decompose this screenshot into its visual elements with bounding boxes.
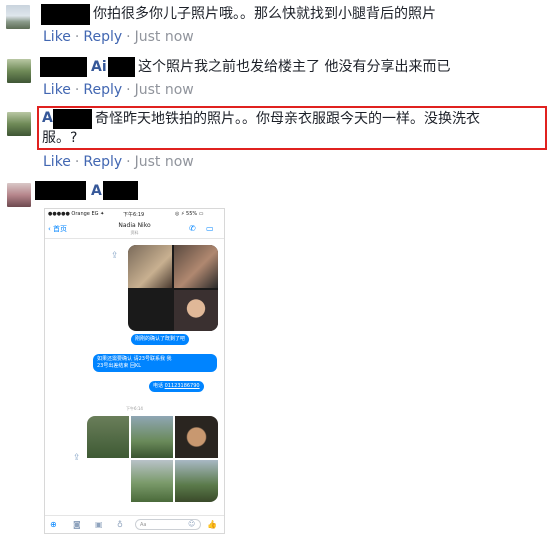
- redacted-name: [41, 4, 90, 25]
- comment-text: 你拍很多你儿子照片哦。。那么快就找到小腿背后的照片: [93, 6, 436, 22]
- reply-link[interactable]: Reply: [83, 29, 122, 45]
- messenger-header: ‹ 首页 Nadia Niko 资料 ✆ ▭: [45, 219, 224, 239]
- redacted-name: [108, 57, 135, 77]
- emoji-icon[interactable]: ☺: [188, 520, 195, 528]
- commenter-avatar[interactable]: [7, 112, 31, 136]
- reply-link[interactable]: Reply: [83, 154, 122, 170]
- commenter-name[interactable]: Ai: [91, 58, 107, 77]
- message-bubble[interactable]: 如果还需要确认 请23号联系我 我 23号出差结束 回KL: [93, 354, 217, 372]
- attached-screenshot[interactable]: ●●●●● Orange EG ✦ 下午6:19 ◎ ⚡ 55% ▭ ‹ 首页 …: [44, 208, 225, 534]
- timestamp[interactable]: Just now: [135, 82, 194, 98]
- photo-thumbnail[interactable]: [174, 245, 218, 288]
- redacted-name: [103, 181, 138, 200]
- commenter-avatar[interactable]: [7, 59, 31, 83]
- add-icon[interactable]: ⊕: [50, 520, 57, 529]
- photo-group[interactable]: [128, 245, 218, 331]
- video-call-icon[interactable]: ▭: [206, 224, 214, 233]
- comment-text-line1: 奇怪昨天地铁拍的照片。。你母亲衣服跟今天的一样。没换洗衣: [95, 111, 480, 127]
- message-timestamp: 下午6:14: [126, 406, 143, 411]
- commenter-name[interactable]: A: [42, 109, 53, 128]
- phone-number-link[interactable]: 01123186790: [165, 383, 200, 389]
- redacted-name: [40, 57, 87, 77]
- phone-status-bar: ●●●●● Orange EG ✦ 下午6:19 ◎ ⚡ 55% ▭: [45, 209, 224, 219]
- comment-text: 这个照片我之前也发给楼主了 他没有分享出来而已: [138, 59, 451, 75]
- message-line: 如果还需要确认 请23号联系我 我: [97, 356, 172, 362]
- share-icon[interactable]: ⇪: [111, 251, 119, 261]
- message-composer: ⊕ ◙ ▣ ♁ Aa ☺ 👍: [45, 515, 224, 533]
- photo-thumbnail[interactable]: [175, 416, 218, 458]
- phone-call-icon[interactable]: ✆: [189, 224, 196, 233]
- share-icon[interactable]: ⇪: [73, 453, 81, 463]
- reply-link[interactable]: Reply: [83, 82, 122, 98]
- redacted-name: [53, 109, 92, 129]
- status-time: 下午6:19: [123, 212, 145, 218]
- contact-name: Nadia Niko: [118, 222, 151, 229]
- timestamp[interactable]: Just now: [135, 154, 194, 170]
- message-bubble[interactable]: 电话 01123186790: [149, 381, 204, 392]
- comment-actions: Like · Reply · Just now: [43, 154, 194, 170]
- carrier-label: ●●●●● Orange EG ✦: [48, 211, 105, 217]
- gallery-icon[interactable]: ▣: [95, 520, 103, 529]
- redacted-name: [35, 181, 86, 200]
- contact-subtitle: 资料: [130, 230, 139, 235]
- comment-actions: Like · Reply · Just now: [43, 29, 194, 45]
- message-line: 23号出差结束 回KL: [97, 363, 142, 369]
- like-link[interactable]: Like: [43, 154, 71, 170]
- comment-actions: Like · Reply · Just now: [43, 82, 194, 98]
- commenter-avatar[interactable]: [7, 183, 31, 207]
- like-link[interactable]: Like: [43, 82, 71, 98]
- photo-thumbnail[interactable]: [131, 460, 173, 502]
- like-link[interactable]: Like: [43, 29, 71, 45]
- battery-indicator: ◎ ⚡ 55% ▭: [175, 211, 204, 217]
- thumbs-up-icon[interactable]: 👍: [207, 520, 217, 529]
- message-bubble[interactable]: 刚刚的确认了既剩了吧: [131, 334, 190, 345]
- timestamp[interactable]: Just now: [135, 29, 194, 45]
- photo-thumbnail[interactable]: [87, 416, 129, 458]
- photo-thumbnail[interactable]: [131, 416, 173, 458]
- photo-thumbnail[interactable]: [128, 245, 172, 288]
- microphone-icon[interactable]: ♁: [117, 520, 123, 529]
- photo-group[interactable]: [87, 416, 218, 502]
- message-label: 电话: [153, 383, 164, 389]
- photo-thumbnail[interactable]: [174, 290, 218, 331]
- commenter-avatar[interactable]: [6, 5, 30, 29]
- comment-text-line2: 服。?: [42, 130, 78, 146]
- photo-thumbnail[interactable]: [175, 460, 218, 502]
- camera-icon[interactable]: ◙: [73, 520, 81, 529]
